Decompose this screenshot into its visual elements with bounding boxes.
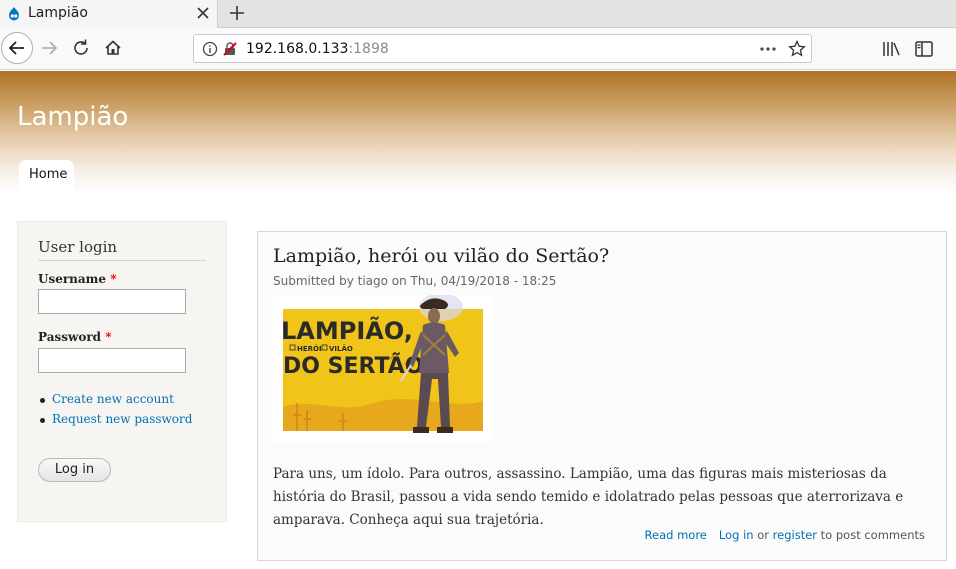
- username-input[interactable]: [38, 289, 186, 314]
- article-submitted-info: Submitted by tiago on Thu, 04/19/2018 - …: [273, 274, 557, 288]
- read-more-link[interactable]: Read more: [645, 528, 707, 542]
- or-text: or: [757, 528, 769, 542]
- list-item: Create new account: [40, 392, 192, 412]
- list-item: Request new password: [40, 412, 192, 432]
- sidebar-toggle-icon[interactable]: [914, 40, 934, 58]
- request-password-link[interactable]: Request new password: [52, 412, 192, 426]
- article-poster-image[interactable]: LAMPIÃO, HERÓI VILÃO DO SERTÃO: [273, 295, 493, 442]
- back-arrow-icon: [8, 41, 24, 55]
- url-bar[interactable]: 192.168.0.133:1898: [193, 34, 812, 63]
- required-marker: *: [110, 272, 117, 286]
- url-text: 192.168.0.133:1898: [246, 41, 389, 57]
- url-port: :1898: [348, 41, 389, 57]
- url-host: 192.168.0.133: [246, 41, 349, 57]
- menu-item-label: Home: [29, 167, 68, 182]
- poster-title-line1: LAMPIÃO,: [281, 316, 413, 345]
- poster-checkbox-vilao: VILÃO: [329, 344, 353, 353]
- post-comments-text: to post comments: [820, 528, 925, 542]
- password-label-text: Password: [38, 330, 102, 344]
- poster-title-line2: DO SERTÃO: [283, 353, 423, 379]
- insecure-lock-icon[interactable]: [222, 41, 238, 57]
- create-account-link[interactable]: Create new account: [52, 392, 174, 406]
- block-title: User login: [38, 238, 118, 256]
- site-name[interactable]: Lampião: [17, 102, 128, 132]
- browser-toolbar: 192.168.0.133:1898: [0, 28, 956, 70]
- username-label-text: Username: [38, 272, 107, 286]
- register-link[interactable]: register: [773, 528, 817, 542]
- reload-icon[interactable]: [66, 33, 96, 63]
- article-teaser: Lampião, herói ou vilão do Sertão? Submi…: [257, 231, 947, 561]
- article-summary: Para uns, um ídolo. Para outros, assassi…: [273, 466, 904, 528]
- article-title[interactable]: Lampião, herói ou vilão do Sertão?: [273, 245, 609, 267]
- password-label: Password *: [38, 330, 112, 344]
- site-header: Lampião Home: [0, 71, 956, 193]
- library-icon[interactable]: [881, 40, 901, 58]
- browser-tab-bar: Lampião: [0, 0, 956, 28]
- log-in-button[interactable]: Log in: [38, 458, 111, 482]
- bookmark-star-icon[interactable]: [788, 40, 806, 58]
- block-divider: [38, 260, 206, 261]
- new-tab-icon[interactable]: [227, 3, 247, 23]
- drupal-favicon-icon: [9, 7, 19, 21]
- username-label: Username *: [38, 272, 116, 286]
- article-links: Read more Log in or register to post comm…: [645, 528, 925, 542]
- info-icon[interactable]: [202, 41, 218, 57]
- forward-arrow-icon[interactable]: [34, 33, 64, 63]
- user-login-block: User login Username * Password * Create …: [17, 221, 227, 522]
- login-links-list: Create new account Request new password: [40, 392, 192, 432]
- browser-tab[interactable]: Lampião: [0, 0, 218, 28]
- poster-checkbox-heroi: HERÓI: [297, 344, 322, 353]
- close-tab-icon[interactable]: [194, 4, 212, 22]
- log-in-link[interactable]: Log in: [719, 528, 754, 542]
- required-marker: *: [105, 330, 112, 344]
- tab-title: Lampião: [28, 5, 88, 21]
- page-actions-icon[interactable]: [759, 42, 777, 56]
- password-input[interactable]: [38, 348, 186, 373]
- main-menu-home-tab[interactable]: Home: [19, 160, 74, 193]
- back-button[interactable]: [1, 32, 33, 64]
- home-icon[interactable]: [98, 33, 128, 63]
